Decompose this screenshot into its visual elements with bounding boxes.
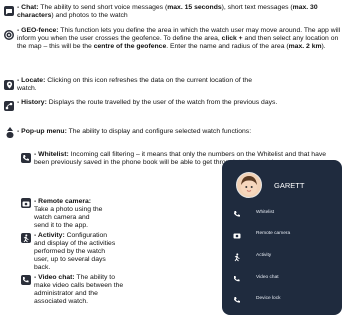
menu-item-device-lock[interactable]: Device lock [222,291,342,309]
avatar [236,172,262,198]
phone-icon [21,153,31,163]
camera-icon [21,198,31,208]
menu-label: Video chat [256,275,279,280]
video-chat-description: - Video chat: The ability to make video … [34,274,124,305]
menu-label: Device lock [256,296,281,301]
menu-label: Remote camera [256,231,291,236]
video-chat-icon [232,274,242,284]
device-name: GARETT [274,181,305,190]
video-chat-icon [21,275,31,285]
activity-icon [21,233,31,243]
locate-description: - Locate: Clicking on this icon refreshe… [17,77,252,92]
activity-icon [232,252,242,262]
activity-description: - Activity: Configuration and display of… [34,232,116,271]
camera-icon [232,230,242,240]
menu-label: Whitelist [256,210,275,215]
lock-icon [232,295,242,305]
locate-icon [4,80,14,90]
geofence-description: - GEO-fence: This function lets you defi… [17,27,341,50]
popup-menu-description: - Pop-up menu: The ability to display an… [17,128,252,135]
history-description: - History: Displays the route travelled … [17,99,278,106]
geofence-icon [4,30,14,40]
camera-description: - Remote camera: Take a photo using the … [34,198,103,229]
chat-term: Chat: [21,4,39,11]
chat-description: - Chat: The ability to send short voice … [17,4,318,19]
popup-menu-icon [6,127,14,139]
app-screenshot: GARETT Whitelist Remote camera Activity … [222,160,342,315]
menu-label: Activity [256,253,272,258]
phone-icon [232,209,242,219]
menu-item-remote-camera[interactable]: Remote camera [222,226,342,244]
menu-item-video-chat[interactable]: Video chat [222,270,342,288]
history-icon [4,101,14,111]
menu-item-activity[interactable]: Activity [222,248,342,266]
menu-item-whitelist[interactable]: Whitelist [222,205,342,223]
chat-icon [4,6,14,16]
app-header: GARETT [222,160,342,208]
